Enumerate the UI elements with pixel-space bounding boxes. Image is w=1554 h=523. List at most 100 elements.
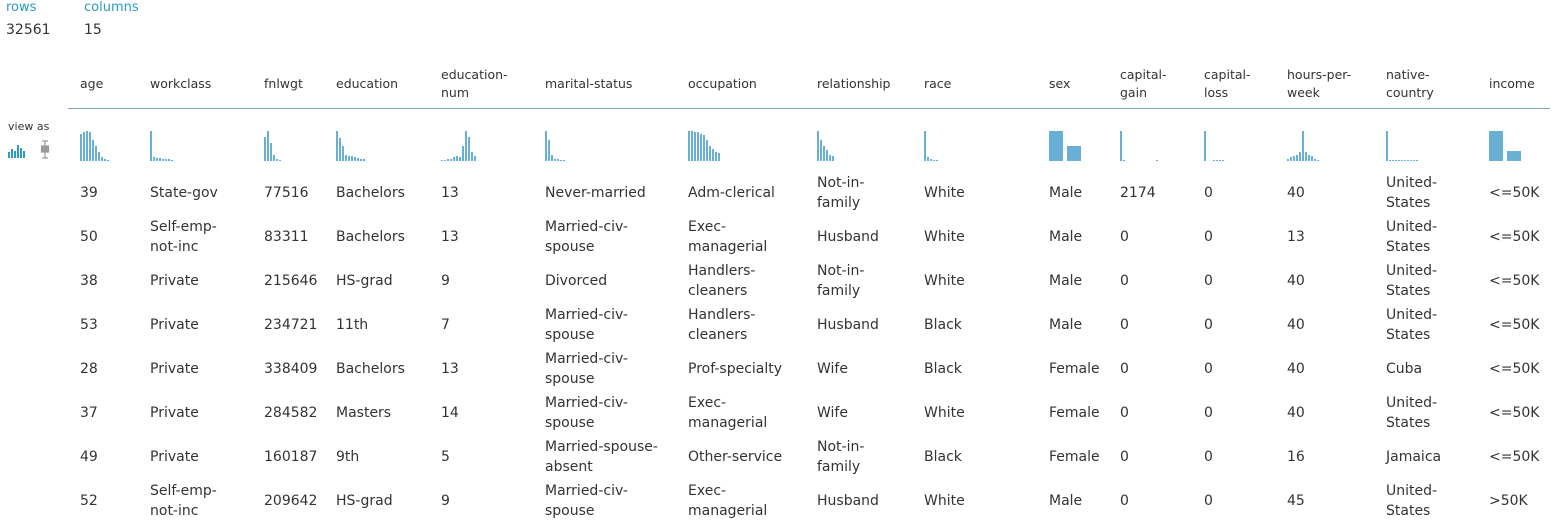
histogram-bar [150, 131, 152, 161]
histogram-bar [456, 156, 458, 161]
histogram-sex[interactable] [1049, 121, 1085, 161]
cell-race: Black [924, 317, 962, 333]
histogram-icon[interactable] [8, 145, 25, 158]
cell-capital-loss: 0 [1204, 405, 1213, 421]
boxplot-icon[interactable] [40, 140, 50, 159]
histogram-bar [823, 146, 825, 161]
cell-capital-gain: 0 [1120, 493, 1129, 509]
histogram-education-num[interactable] [441, 121, 477, 161]
cell-age: 53 [80, 317, 98, 333]
histogram-bar [1135, 160, 1137, 161]
column-header-capital-gain[interactable]: capital- gain [1120, 60, 1200, 108]
histogram-bar [706, 140, 708, 161]
table-row[interactable]: 39 State-gov 77516 Bachelors 13 Never-married… [68, 171, 1550, 215]
histogram-bar [1067, 146, 1081, 161]
table-row[interactable]: 52 Self-emp- not-inc 209642 HS-grad 9 Married… [68, 479, 1550, 523]
cell-age: 50 [80, 229, 98, 245]
histogram-bar [267, 131, 269, 161]
histogram-occupation[interactable] [688, 121, 721, 161]
cell-race: White [924, 493, 965, 509]
table-row[interactable]: 28 Private 338409 Bachelors 13 Married-civ- s… [68, 347, 1550, 391]
column-header-native-country[interactable]: native- country [1386, 60, 1486, 108]
histogram-workclass[interactable] [150, 121, 174, 161]
histogram-bar [89, 132, 91, 161]
column-header-education-num[interactable]: education- num [441, 60, 541, 108]
histogram-bar [357, 158, 359, 161]
histogram-bar [1386, 131, 1388, 161]
histogram-bar [86, 131, 88, 161]
table-row[interactable]: 50 Self-emp- not-inc 83311 Bachelors 13 Marri… [68, 215, 1550, 259]
histogram-bar [354, 157, 356, 161]
histogram-age[interactable] [80, 121, 110, 161]
column-header-marital-status[interactable]: marital-status [545, 60, 685, 108]
columns-stat: columns 15 [84, 0, 139, 38]
cell-age: 28 [80, 361, 98, 377]
histogram-relationship[interactable] [817, 121, 835, 161]
cell-capital-loss: 0 [1204, 185, 1213, 201]
histogram-bar [162, 159, 164, 161]
table-row[interactable]: 49 Private 160187 9th 5 Married-spouse- absen… [68, 435, 1550, 479]
cell-education-num: 7 [441, 317, 450, 333]
histogram-bar [1416, 160, 1418, 161]
cell-capital-gain: 0 [1120, 405, 1129, 421]
column-header-age[interactable]: age [80, 60, 146, 108]
cell-income: <=50K [1489, 185, 1540, 201]
cell-hours-per-week: 40 [1287, 405, 1305, 421]
histogram-bar [92, 140, 94, 161]
histogram-income[interactable] [1489, 121, 1525, 161]
histogram-bar [924, 131, 926, 161]
histogram-bar [1395, 160, 1397, 161]
column-header-workclass[interactable]: workclass [150, 60, 260, 108]
cell-income: <=50K [1489, 273, 1540, 289]
histogram-fnlwgt[interactable] [264, 121, 282, 161]
cell-capital-gain: 0 [1120, 317, 1129, 333]
table-row[interactable]: 53 Private 234721 11th 7 Married-civ- spouse H… [68, 303, 1550, 347]
column-header-relationship[interactable]: relationship [817, 60, 921, 108]
histogram-capital-gain[interactable] [1120, 121, 1159, 161]
histogram-bar [168, 159, 170, 161]
cell-education: Bachelors [336, 229, 405, 245]
cell-native-country: United- States [1386, 395, 1438, 431]
column-header-fnlwgt[interactable]: fnlwgt [264, 60, 334, 108]
column-header-income[interactable]: income [1489, 60, 1554, 108]
cell-fnlwgt: 83311 [264, 229, 309, 245]
cell-occupation: Exec- managerial [688, 219, 768, 255]
histogram-bar [1156, 160, 1158, 161]
column-header-occupation[interactable]: occupation [688, 60, 813, 108]
cell-hours-per-week: 16 [1287, 449, 1305, 465]
data-table: age workclass fnlwgt education education- nu… [68, 60, 1550, 523]
histogram-bar [450, 159, 452, 161]
cell-hours-per-week: 40 [1287, 361, 1305, 377]
cell-capital-gain: 2174 [1120, 185, 1156, 201]
histogram-bar [718, 153, 720, 161]
cell-age: 49 [80, 449, 98, 465]
histogram-capital-loss[interactable] [1204, 121, 1225, 161]
histogram-bar [933, 160, 935, 161]
histogram-bar [712, 149, 714, 161]
column-header-education[interactable]: education [336, 60, 436, 108]
histogram-bar [1401, 160, 1403, 161]
histogram-bar [1138, 160, 1140, 161]
cell-income: <=50K [1489, 405, 1540, 421]
cell-capital-gain: 0 [1120, 361, 1129, 377]
histogram-bar [1413, 160, 1415, 161]
column-header-capital-loss[interactable]: capital- loss [1204, 60, 1284, 108]
histogram-marital-status[interactable] [545, 121, 566, 161]
histogram-hours-per-week[interactable] [1287, 121, 1320, 161]
histogram-native-country[interactable] [1386, 121, 1419, 161]
histogram-race[interactable] [924, 121, 939, 161]
cell-relationship: Husband [817, 493, 879, 509]
cell-education: HS-grad [336, 493, 393, 509]
table-row[interactable]: 38 Private 215646 HS-grad 9 Divorced Handlers-… [68, 259, 1550, 303]
table-row[interactable]: 37 Private 284582 Masters 14 Married-civ- spo… [68, 391, 1550, 435]
histogram-bar [1049, 131, 1063, 161]
histogram-bar [441, 160, 443, 161]
view-as-panel: view as [8, 120, 49, 159]
histogram-education[interactable] [336, 121, 366, 161]
column-header-race[interactable]: race [924, 60, 1044, 108]
column-header-sex[interactable]: sex [1049, 60, 1117, 108]
column-header-hours-per-week[interactable]: hours-per- week [1287, 60, 1382, 108]
cell-fnlwgt: 234721 [264, 317, 318, 333]
cell-education: HS-grad [336, 273, 393, 289]
histogram-bar [1147, 160, 1149, 161]
